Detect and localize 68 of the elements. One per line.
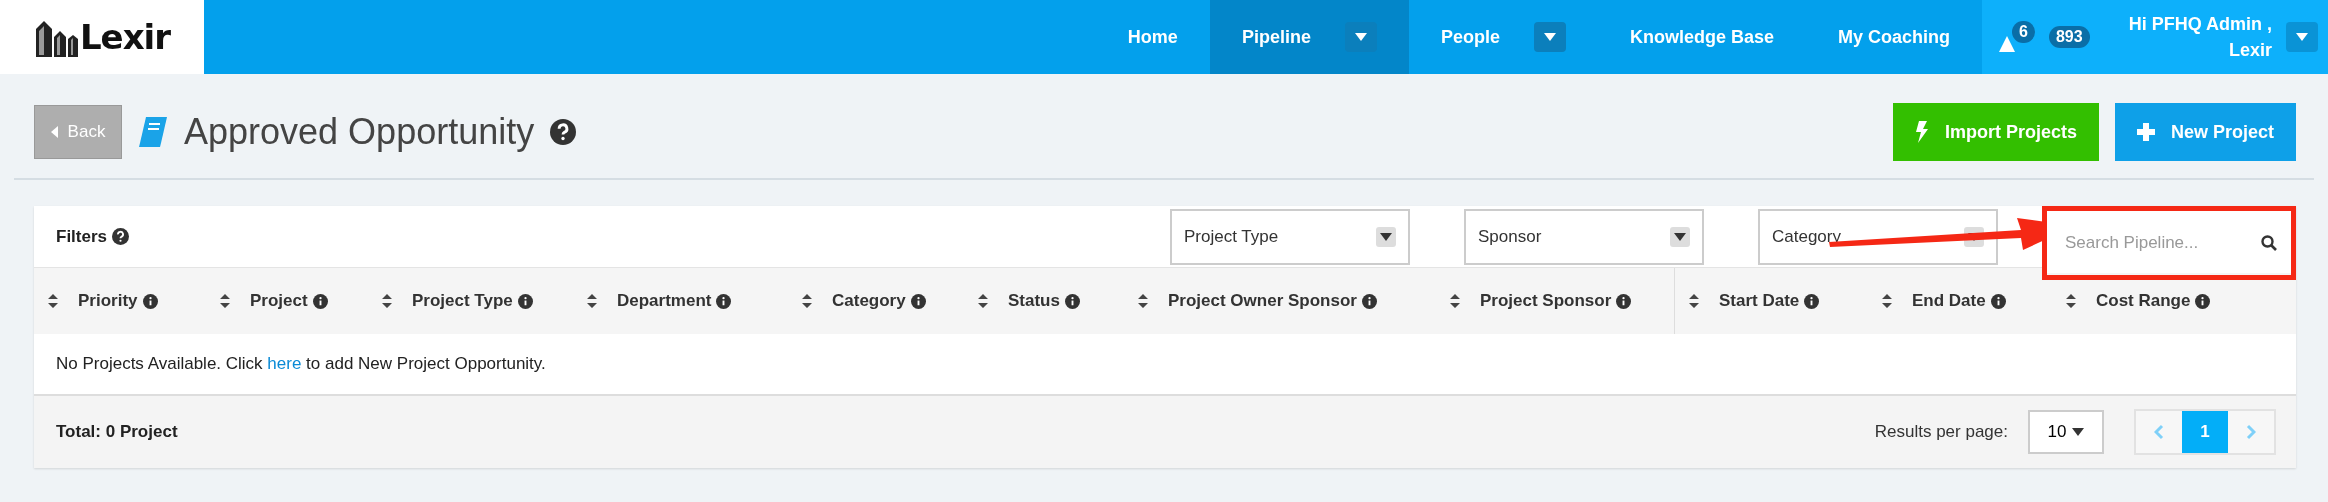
caret-icon xyxy=(1354,33,1367,41)
info-icon xyxy=(1064,293,1080,309)
sort-icon[interactable] xyxy=(220,294,230,308)
chevron-left-icon xyxy=(2154,424,2164,440)
nav-item[interactable]: Pipeline xyxy=(1209,0,1409,74)
info-icon xyxy=(517,293,533,309)
info-icon xyxy=(312,293,328,309)
column-header[interactable]: Status xyxy=(1008,291,1080,311)
column-header[interactable]: Project Sponsor xyxy=(1480,291,1632,311)
user-organization: Lexir xyxy=(2228,39,2272,62)
empty-message: No Projects Available. Click here to add New Project Opportunity. xyxy=(56,354,546,374)
sort-icon[interactable] xyxy=(48,294,58,308)
user-greeting: Hi PFHQ Admin , xyxy=(2128,13,2272,36)
warning-icon[interactable] xyxy=(1998,35,2016,53)
sort-icon[interactable] xyxy=(1882,294,1892,308)
filter-select[interactable]: Project Type xyxy=(1170,208,1410,265)
column-header[interactable]: Project Owner Sponsor xyxy=(1168,291,1377,311)
sort-icon[interactable] xyxy=(978,294,988,308)
logo[interactable]: Lexir xyxy=(0,0,204,74)
user-menu-button[interactable] xyxy=(2286,22,2318,52)
book-icon xyxy=(138,116,168,148)
column-header[interactable]: Project Type xyxy=(412,291,533,311)
sort-icon[interactable] xyxy=(2066,294,2076,308)
sort-icon[interactable] xyxy=(1138,294,1148,308)
column-header[interactable]: End Date xyxy=(1912,291,2006,311)
page-title: Approved Opportunity xyxy=(184,111,535,153)
column-header[interactable]: Department xyxy=(617,291,732,311)
info-icon xyxy=(1804,293,1820,309)
alert-count: 6 xyxy=(2012,21,2035,43)
dropdown-button[interactable] xyxy=(1344,22,1377,52)
sort-icon[interactable] xyxy=(802,294,812,308)
chevron-right-icon xyxy=(2246,424,2256,440)
add-link[interactable]: here xyxy=(267,354,302,373)
sort-icon[interactable] xyxy=(587,294,597,308)
caret-left-icon xyxy=(50,126,58,138)
sort-icon[interactable] xyxy=(382,294,392,308)
info-icon xyxy=(910,293,926,309)
info-icon xyxy=(1990,293,2006,309)
search-icon xyxy=(2261,234,2277,251)
caret-icon xyxy=(1543,33,1556,41)
filters-label: Filters xyxy=(56,226,108,247)
column-header[interactable]: Cost Range xyxy=(2096,291,2211,311)
plus-icon xyxy=(2136,123,2155,141)
caret-icon xyxy=(2072,428,2085,436)
info-icon xyxy=(2195,293,2211,309)
help-icon xyxy=(550,119,577,145)
dropdown-button[interactable] xyxy=(1533,22,1566,52)
sort-icon[interactable] xyxy=(1689,294,1699,308)
caret-icon xyxy=(1674,232,1686,241)
sort-icon[interactable] xyxy=(1450,294,1460,308)
info-icon xyxy=(716,293,732,309)
caret-icon xyxy=(2296,33,2308,41)
info-icon xyxy=(1616,293,1632,309)
notification-count[interactable]: 893 xyxy=(2048,26,2090,48)
column-header[interactable]: Project xyxy=(250,291,328,311)
per-page-label: Results per page: xyxy=(1874,422,2008,442)
per-page-select[interactable]: 10 xyxy=(2028,410,2104,454)
total-count: Total: 0 Project xyxy=(56,422,178,442)
caret-icon xyxy=(1380,232,1392,241)
info-icon xyxy=(142,293,158,309)
info-icon xyxy=(1361,293,1377,309)
lightning-icon xyxy=(1914,121,1929,143)
column-header[interactable]: Start Date xyxy=(1719,291,1820,311)
filter-select[interactable]: Sponsor xyxy=(1464,208,1704,265)
nav-link[interactable]: Pipeline xyxy=(1241,26,1311,48)
column-header[interactable]: Priority xyxy=(78,291,158,311)
help-icon xyxy=(112,228,130,245)
column-header[interactable]: Category xyxy=(832,291,926,311)
